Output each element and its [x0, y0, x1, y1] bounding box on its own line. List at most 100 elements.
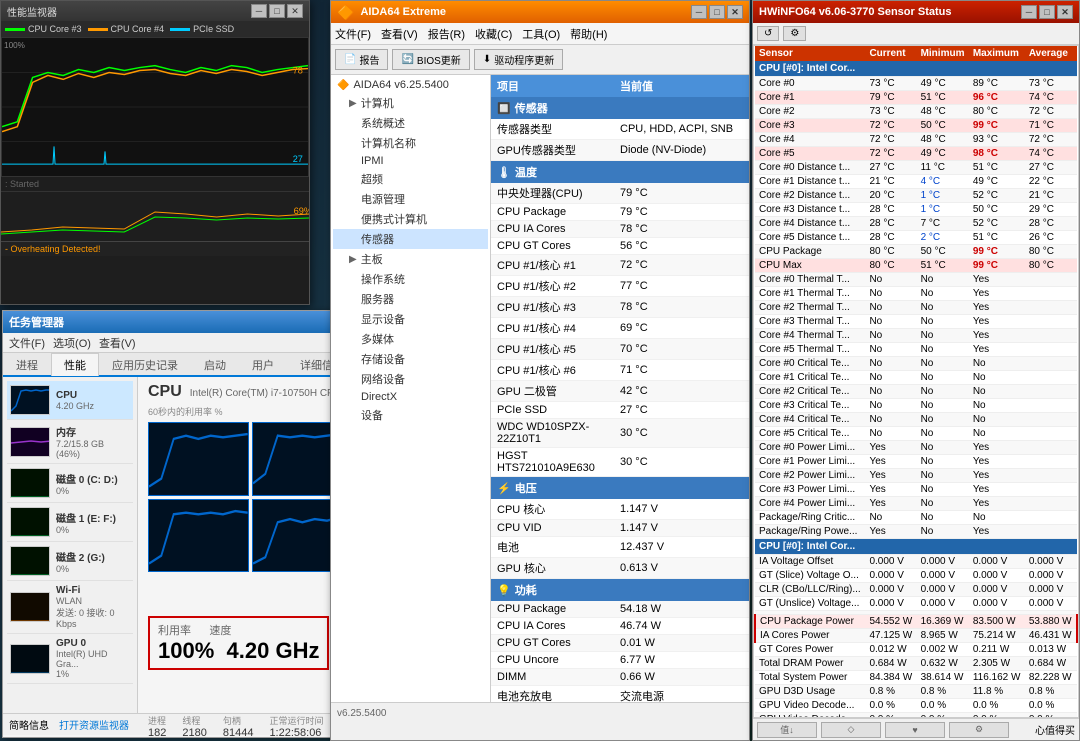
- aida-maximize[interactable]: □: [709, 5, 725, 19]
- temp-core5-val: 70 °C: [620, 343, 743, 355]
- minimize-button[interactable]: ─: [251, 4, 267, 18]
- power-gt-label: CPU GT Cores: [497, 637, 620, 649]
- hwinfo-titlebar[interactable]: HWiNFO64 v6.06-3770 Sensor Status ─ □ ✕: [753, 1, 1079, 23]
- status-icon-settings[interactable]: ⚙: [949, 722, 1009, 738]
- col-max: Maximum: [969, 46, 1025, 61]
- wifi-detail: WLAN: [56, 596, 130, 606]
- tree-portable[interactable]: 便携式计算机: [333, 209, 488, 229]
- cpu-graph-label: 60秒内的利用率 %: [148, 405, 223, 418]
- menu-options[interactable]: 选项(O): [53, 335, 91, 351]
- temp-cpu-val: 79 °C: [620, 187, 743, 199]
- temp-core1-row: CPU #1/核心 #1 72 °C: [491, 255, 749, 276]
- tree-multimedia[interactable]: 多媒体: [333, 329, 488, 349]
- menu-file[interactable]: 文件(F): [9, 335, 45, 351]
- tab-performance[interactable]: 性能: [51, 353, 99, 376]
- mem-name: 内存: [56, 424, 130, 439]
- temp-label: 温度: [515, 164, 537, 180]
- tree-network[interactable]: 网络设备: [333, 369, 488, 389]
- driver-label: 驱动程序更新: [494, 52, 554, 67]
- tree-sensors[interactable]: 传感器: [333, 229, 488, 249]
- menu-tools-aida[interactable]: 工具(O): [522, 26, 560, 42]
- power-label: 功耗: [515, 582, 537, 598]
- sidebar-wifi[interactable]: Wi-Fi WLAN 发送: 0 接收: 0 Kbps: [7, 581, 133, 634]
- uptime-label: 正常运行时间: [269, 714, 323, 727]
- tab-process[interactable]: 进程: [3, 353, 51, 376]
- mem-mini-graph: [10, 427, 50, 457]
- tab-apphistory[interactable]: 应用历史记录: [99, 353, 191, 376]
- power-batt-val: 交流电源: [620, 688, 743, 702]
- tree-compname[interactable]: 计算机名称: [333, 133, 488, 153]
- sidebar-disk1[interactable]: 磁盘 1 (E: F:) 0%: [7, 503, 133, 542]
- gpu-sensor-type-label: GPU传感器类型: [497, 142, 620, 158]
- driver-update-button[interactable]: ⬇ 驱动程序更新: [474, 49, 563, 70]
- status-icon-heartbeat[interactable]: ♥: [885, 722, 945, 738]
- tree-server[interactable]: 服务器: [333, 289, 488, 309]
- menu-fav-aida[interactable]: 收藏(C): [475, 26, 512, 42]
- tab-users[interactable]: 用户: [239, 353, 287, 376]
- temp-cpu-label: 中央处理器(CPU): [497, 185, 620, 201]
- mem-sidebar-info: 内存 7.2/15.8 GB (46%): [56, 424, 130, 459]
- tree-storage[interactable]: 存储设备: [333, 349, 488, 369]
- tree-portable-label: 便携式计算机: [361, 211, 427, 227]
- sidebar-disk0[interactable]: 磁盘 0 (C: D:) 0%: [7, 464, 133, 503]
- bios-label: BIOS更新: [417, 52, 461, 67]
- menu-view-aida[interactable]: 查看(V): [381, 26, 418, 42]
- tree-ipmi[interactable]: IPMI: [333, 153, 488, 169]
- status-icon-value[interactable]: 值↓: [757, 722, 817, 738]
- header-item: 项目: [497, 78, 620, 94]
- bios-update-button[interactable]: 🔄 BIOS更新: [392, 49, 469, 70]
- menu-report-aida[interactable]: 报告(R): [428, 26, 465, 42]
- hwinfo-refresh-btn[interactable]: ↺: [757, 26, 779, 41]
- sidebar-disk2[interactable]: 磁盘 2 (G:) 0%: [7, 542, 133, 581]
- tree-os[interactable]: 操作系统: [333, 269, 488, 289]
- sidebar-cpu[interactable]: CPU 4.20 GHz: [7, 381, 133, 420]
- hwinfo-maximize[interactable]: □: [1039, 5, 1055, 19]
- aida64-titlebar[interactable]: 🔶 AIDA64 Extreme ─ □ ✕: [331, 1, 749, 23]
- tree-power[interactable]: 电源管理: [333, 189, 488, 209]
- close-button[interactable]: ✕: [287, 4, 303, 18]
- tree-power-label: 电源管理: [361, 191, 405, 207]
- menu-file-aida[interactable]: 文件(F): [335, 26, 371, 42]
- tree-display-label: 显示设备: [361, 311, 405, 327]
- tree-display[interactable]: 显示设备: [333, 309, 488, 329]
- status-icon-diamond[interactable]: ◇: [821, 722, 881, 738]
- aida-status-text: v6.25.5400: [337, 708, 387, 719]
- core-graph-3: [148, 499, 249, 573]
- sidebar-memory[interactable]: 内存 7.2/15.8 GB (46%): [7, 420, 133, 464]
- temp-pkg-label: CPU Package: [497, 206, 620, 218]
- temp-ia-row: CPU IA Cores 78 °C: [491, 221, 749, 238]
- temp-ia-val: 78 °C: [620, 223, 743, 235]
- volt-batt-val: 12.437 V: [620, 541, 743, 553]
- hwinfo-close[interactable]: ✕: [1057, 5, 1073, 19]
- tree-computer[interactable]: ▶ 计算机: [333, 93, 488, 113]
- disk0-name: 磁盘 0 (C: D:): [56, 471, 130, 486]
- tree-root[interactable]: 🔶 AIDA64 v6.25.5400: [333, 77, 488, 93]
- tree-devices[interactable]: 设备: [333, 405, 488, 425]
- tree-motherboard[interactable]: ▶ 主板: [333, 249, 488, 269]
- report-button[interactable]: 📄 报告: [335, 49, 388, 70]
- perf-graph: 78 27 100%: [1, 37, 309, 177]
- aida-close[interactable]: ✕: [727, 5, 743, 19]
- maximize-button[interactable]: □: [269, 4, 285, 18]
- disk2-detail: 0%: [56, 564, 130, 574]
- tree-sysoverview[interactable]: 系统概述: [333, 113, 488, 133]
- open-resmon-link[interactable]: 打开资源监视器: [59, 717, 129, 732]
- hwinfo-minimize[interactable]: ─: [1021, 5, 1037, 19]
- stat-threads: 线程 2180: [182, 714, 206, 739]
- tab-startup[interactable]: 启动: [191, 353, 239, 376]
- performance-monitor-titlebar[interactable]: 性能监视器 ─ □ ✕: [1, 1, 309, 21]
- sidebar-gpu0[interactable]: GPU 0 Intel(R) UHD Gra... 1%: [7, 634, 133, 684]
- temp-core3-row: CPU #1/核心 #3 78 °C: [491, 297, 749, 318]
- menu-help-aida[interactable]: 帮助(H): [570, 26, 607, 42]
- gpu0-name: GPU 0: [56, 638, 130, 649]
- aida-detail-panel: 项目 当前值 🔲 传感器 传感器类型 CPU, HDD, ACPI, SNB G…: [491, 75, 749, 702]
- legend-cpu3-label: CPU Core #3: [28, 24, 82, 34]
- aida-minimize[interactable]: ─: [691, 5, 707, 19]
- hwinfo-settings-btn[interactable]: ⚙: [783, 26, 806, 41]
- menu-view[interactable]: 查看(V): [99, 335, 136, 351]
- hwinfo-table-container[interactable]: Sensor Current Minimum Maximum Average C…: [753, 45, 1079, 718]
- tree-overclock[interactable]: 超频: [333, 169, 488, 189]
- gpu0-detail: Intel(R) UHD Gra...: [56, 649, 130, 669]
- temp-pcie-label: PCIe SSD: [497, 404, 620, 416]
- tree-directx[interactable]: DirectX: [333, 389, 488, 405]
